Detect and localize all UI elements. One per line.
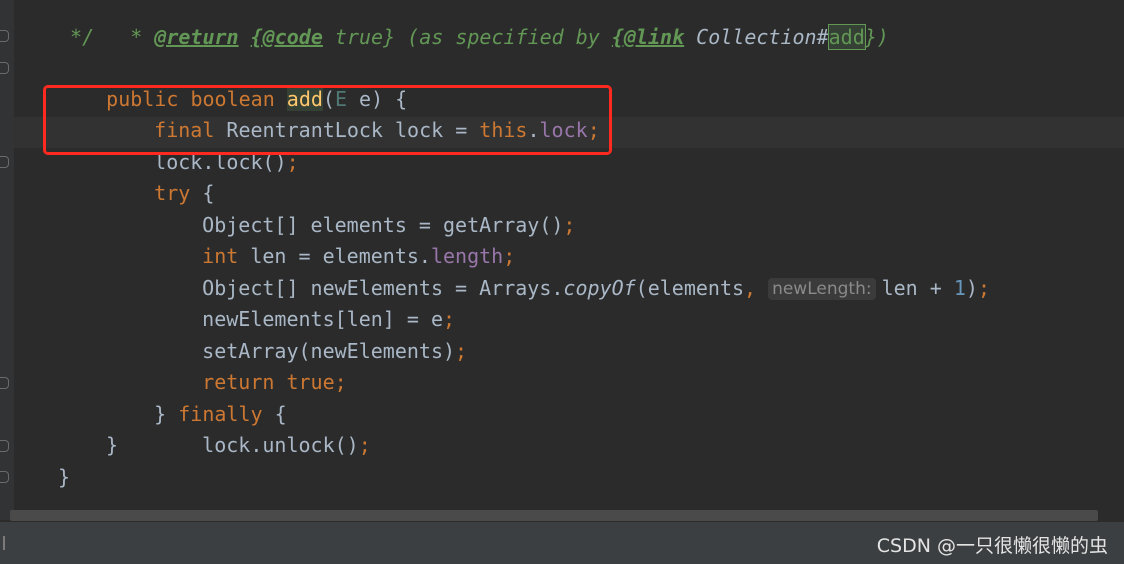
fold-marker-icon[interactable] <box>0 62 9 74</box>
code-line-close-finally[interactable]: } <box>106 430 118 461</box>
fold-marker-icon[interactable] <box>0 377 9 389</box>
fold-marker-icon[interactable] <box>0 30 9 42</box>
horizontal-scrollbar[interactable] <box>10 510 1098 521</box>
code-line-assign-element[interactable]: newElements[len] = e; <box>154 273 455 331</box>
watermark-text: CSDN @一只很懒很懒的虫 <box>876 535 1108 557</box>
code-line-get-array[interactable]: Object[] elements = getArray(); <box>154 179 575 237</box>
code-line-finally[interactable]: } finally { <box>106 368 286 426</box>
highlight-annotation-box <box>43 85 612 155</box>
parameter-hint: newLength: <box>768 278 876 300</box>
code-line-method-signature[interactable]: public boolean add(E e) { <box>58 53 407 111</box>
code-line-close-method[interactable]: } <box>58 462 70 493</box>
code-line-unlock[interactable]: lock.unlock(); <box>154 399 371 457</box>
code-line-set-array[interactable]: setArray(newElements); <box>154 305 467 363</box>
fold-marker-icon[interactable] <box>0 156 9 168</box>
code-editor[interactable]: * @return {@code true} (as specified by … <box>0 0 1124 564</box>
fold-marker-icon[interactable] <box>0 471 9 483</box>
code-line-copy-of[interactable]: Object[] newElements = Arrays.copyOf(ele… <box>154 242 990 300</box>
code-line-return[interactable]: return true; <box>154 336 347 394</box>
code-line-int-len[interactable]: int len = elements.length; <box>154 210 515 268</box>
code-line-doc-end[interactable]: */ <box>58 22 94 53</box>
fold-marker-icon[interactable] <box>0 440 9 452</box>
code-line-doc-return[interactable]: * @return {@code true} (as specified by … <box>70 0 889 50</box>
status-bar-icon <box>0 536 5 550</box>
